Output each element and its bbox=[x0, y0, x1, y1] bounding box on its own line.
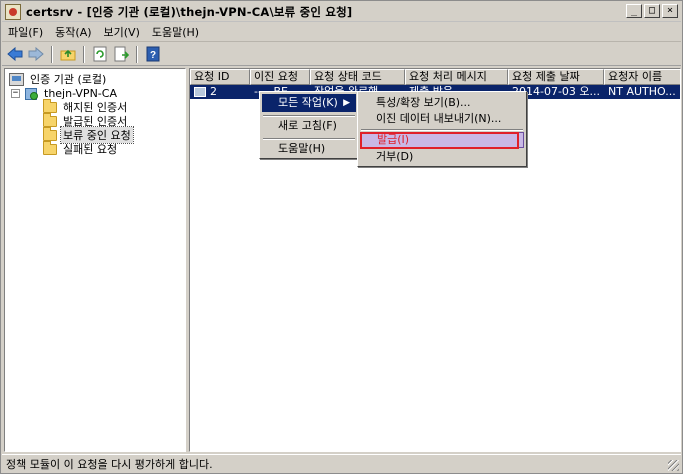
folder-icon bbox=[43, 140, 57, 155]
highlight-annotation bbox=[360, 132, 519, 149]
submenu-arrow-icon: ▶ bbox=[343, 98, 350, 108]
title-bar[interactable]: certsrv - [인증 기관 (로컬)\thejn-VPN-CA\보류 중인… bbox=[2, 2, 681, 22]
menu-bar: 파일(F) 동작(A) 보기(V) 도움말(H) bbox=[2, 22, 681, 42]
tree-item-pending[interactable]: 보류 중인 요청 bbox=[43, 126, 134, 144]
minimize-button[interactable]: _ bbox=[626, 4, 642, 18]
tree-item-issued[interactable]: 발급된 인증서 bbox=[43, 112, 129, 128]
column-headers: 요청 ID 이진 요청 요청 상태 코드 요청 처리 메시지 요청 제출 날짜 … bbox=[190, 69, 680, 85]
submenu-export-binary[interactable]: 이진 데이터 내보내기(N)... bbox=[360, 110, 524, 128]
column-header-request-id[interactable]: 요청 ID bbox=[190, 69, 250, 85]
status-bar: 정책 모듈이 이 요청을 다시 평가하게 합니다. bbox=[2, 454, 681, 473]
folder-icon bbox=[43, 98, 57, 113]
menu-view[interactable]: 보기(V) bbox=[98, 24, 146, 40]
resize-grip-icon[interactable] bbox=[668, 460, 679, 471]
folder-icon bbox=[43, 126, 57, 141]
pending-request-icon bbox=[194, 87, 206, 97]
toolbar: ? bbox=[2, 43, 681, 66]
menu-action[interactable]: 동작(A) bbox=[49, 24, 97, 40]
menu-file[interactable]: 파일(F) bbox=[2, 24, 49, 40]
folder-icon bbox=[43, 112, 57, 127]
window-controls: _ □ × bbox=[626, 4, 678, 18]
toolbar-separator bbox=[51, 45, 53, 63]
certificate-authority-icon bbox=[24, 87, 38, 100]
tree-item-failed[interactable]: 실패된 요청 bbox=[43, 140, 119, 156]
maximize-button[interactable]: □ bbox=[644, 4, 660, 18]
close-button[interactable]: × bbox=[662, 4, 678, 18]
context-menu-label: 모든 작업(K) bbox=[278, 96, 338, 109]
toolbar-separator bbox=[136, 45, 138, 63]
forward-icon[interactable] bbox=[27, 45, 45, 63]
column-header-requester[interactable]: 요청자 이름 bbox=[604, 69, 680, 85]
column-header-binary-request[interactable]: 이진 요청 bbox=[250, 69, 310, 85]
help-icon[interactable]: ? bbox=[144, 45, 162, 63]
tree-item-ca[interactable]: − thejn-VPN-CA bbox=[11, 86, 119, 100]
context-menu-refresh[interactable]: 새로 고침(F) bbox=[262, 117, 356, 135]
menu-help[interactable]: 도움말(H) bbox=[146, 24, 205, 40]
cell-requester: NT AUTHO... bbox=[608, 85, 676, 98]
tree-item-label: 실패된 요청 bbox=[63, 143, 118, 156]
context-menu-help[interactable]: 도움말(H) bbox=[262, 140, 356, 158]
export-list-icon[interactable] bbox=[112, 45, 130, 63]
tree-pane[interactable]: 인증 기관 (로컬) − thejn-VPN-CA 해지된 인증서 발급된 인증… bbox=[4, 68, 186, 452]
column-header-disposition[interactable]: 요청 처리 메시지 bbox=[405, 69, 508, 85]
collapse-icon[interactable]: − bbox=[11, 88, 20, 98]
cell-request-id: 2 bbox=[210, 85, 217, 98]
window-title: certsrv - [인증 기관 (로컬)\thejn-VPN-CA\보류 중인… bbox=[26, 4, 353, 19]
all-tasks-submenu: 특성/확장 보기(B)... 이진 데이터 내보내기(N)... 발급(I) 거… bbox=[357, 91, 527, 167]
mmc-window: certsrv - [인증 기관 (로컬)\thejn-VPN-CA\보류 중인… bbox=[0, 0, 683, 474]
refresh-icon[interactable] bbox=[91, 45, 109, 63]
toolbar-separator bbox=[83, 45, 85, 63]
column-header-submitted-date[interactable]: 요청 제출 날짜 bbox=[508, 69, 604, 85]
back-icon[interactable] bbox=[6, 45, 24, 63]
column-header-status-code[interactable]: 요청 상태 코드 bbox=[310, 69, 405, 85]
tree-item-label: 인증 기관 (로컬) bbox=[30, 73, 107, 86]
context-menu-all-tasks[interactable]: 모든 작업(K) ▶ bbox=[262, 94, 356, 112]
submenu-deny[interactable]: 거부(D) bbox=[360, 148, 524, 166]
tree-item-label: thejn-VPN-CA bbox=[44, 86, 117, 100]
svg-text:?: ? bbox=[150, 50, 156, 61]
menu-separator bbox=[361, 129, 523, 131]
context-menu: 모든 작업(K) ▶ 새로 고침(F) 도움말(H) bbox=[259, 91, 359, 159]
status-text: 정책 모듈이 이 요청을 다시 평가하게 합니다. bbox=[6, 458, 213, 471]
up-folder-icon[interactable] bbox=[59, 45, 77, 63]
tree-item-root[interactable]: 인증 기관 (로컬) bbox=[9, 72, 108, 86]
tree-item-revoked[interactable]: 해지된 인증서 bbox=[43, 98, 129, 114]
certsrv-app-icon bbox=[5, 3, 21, 20]
computer-icon bbox=[9, 72, 24, 86]
